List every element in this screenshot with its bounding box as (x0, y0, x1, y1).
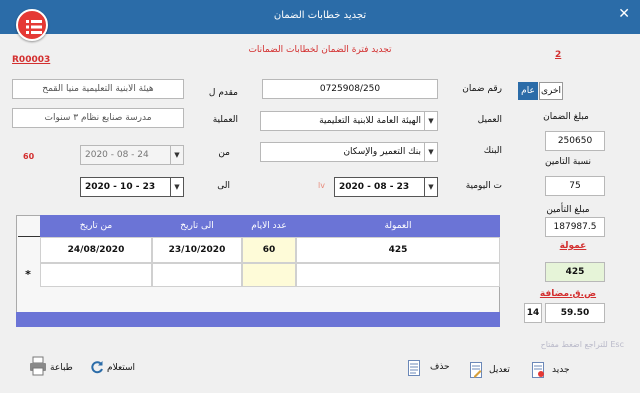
operation-field[interactable]: مدرسة صنايع نظام ٣ سنوات (12, 108, 184, 128)
row-selector-line (18, 236, 40, 237)
applicant-field[interactable]: هيئة الابنية التعليمية منيا القمح (12, 79, 184, 99)
table-row-new[interactable] (40, 263, 500, 287)
grid-footer (16, 312, 500, 327)
refresh-query-icon[interactable] (90, 360, 104, 374)
edit-button[interactable]: تعديل (489, 365, 510, 375)
to-date-picker[interactable]: 2020 - 10 - 23 ▼ (80, 177, 184, 197)
operation-label: العملية (212, 115, 238, 125)
from-date-picker[interactable]: 2020 - 08 - 24 ▼ (80, 145, 184, 165)
from-days-badge: 60 (23, 152, 35, 161)
to-label: الى (217, 181, 230, 191)
insurance-amount-field[interactable]: 187987.5 (545, 217, 605, 237)
bank-value: بنك التعمير والإسكان (343, 147, 421, 157)
guarantee-amount-field[interactable]: 250650 (545, 131, 605, 151)
client-value: الهيئة العامة للابنية التعليمية (319, 116, 421, 126)
daily-date-label: ت اليومية (465, 181, 502, 191)
grid-cell-empty[interactable] (242, 263, 296, 287)
grid-cell-empty[interactable] (40, 263, 152, 287)
guarantee-amount-label: مبلغ الضمان (543, 112, 589, 122)
client-select[interactable]: الهيئة العامة للابنية التعليمية ▼ (260, 111, 438, 131)
grid-cell-empty[interactable] (296, 263, 500, 287)
grid-col-commission: العمولة (384, 221, 412, 231)
title-bar: تجديد خطابات الضمان ✕ (0, 0, 640, 34)
table-row[interactable]: 24/08/2020 23/10/2020 60 425 (40, 237, 500, 263)
applicant-label: مقدم ل (208, 88, 238, 98)
window-title: تجديد خطابات الضمان (273, 10, 367, 21)
grid-col-to-date: الى تاريخ (180, 221, 214, 231)
from-date-value: 2020 - 08 - 24 (85, 150, 149, 160)
guarantee-number-field[interactable]: 0725908/250 (262, 79, 438, 99)
delete-button[interactable]: حذف (430, 362, 450, 372)
vat-rate-field[interactable]: 14 (524, 303, 542, 323)
close-icon[interactable]: ✕ (618, 6, 630, 22)
commission-label: عمولة (559, 241, 587, 251)
new-row-marker: * (25, 268, 31, 281)
guarantee-number-label: رقم ضمان (462, 84, 502, 94)
daily-date-picker[interactable]: 2020 - 08 - 23 ▼ (334, 177, 438, 197)
grid-cell-empty[interactable] (152, 263, 242, 287)
from-label: من (218, 148, 230, 158)
client-label: العميل (477, 115, 502, 125)
chevron-down-icon[interactable]: ▼ (170, 146, 183, 164)
form-header-title: تجديد فترة الضمان لخطابات الضمانات (248, 45, 392, 55)
print-button[interactable]: طباعة (50, 363, 73, 373)
chevron-down-icon[interactable]: ▼ (170, 178, 183, 196)
new-doc-icon[interactable] (532, 362, 544, 378)
chevron-down-icon[interactable]: ▼ (424, 178, 437, 196)
new-button[interactable]: جديد (552, 365, 570, 375)
chevron-down-icon[interactable]: ▼ (424, 112, 437, 130)
grid-cell-to-date[interactable]: 23/10/2020 (152, 237, 242, 263)
bank-select[interactable]: بنك التعمير والإسكان ▼ (260, 142, 438, 162)
grid-cell-commission[interactable]: 425 (296, 237, 500, 263)
grid-cell-from-date[interactable]: 24/08/2020 (40, 237, 152, 263)
daily-date-value: 2020 - 08 - 23 (339, 182, 410, 192)
query-button[interactable]: استعلام (107, 363, 135, 373)
esc-hint: للتراجع اضغط مفتاح Esc (540, 340, 624, 349)
insurance-amount-label: مبلغ التأمين (546, 205, 590, 215)
to-date-value: 2020 - 10 - 23 (85, 182, 156, 192)
record-code: R00003 (12, 55, 51, 65)
edit-doc-icon[interactable] (470, 362, 482, 378)
grid-col-days: عدد الايام (251, 221, 287, 231)
grid-header: العمولة عدد الايام الى تاريخ من تاريخ (40, 215, 500, 237)
delete-doc-icon[interactable] (408, 360, 420, 376)
grid-col-from-date: من تاريخ (79, 221, 113, 231)
commission-field[interactable]: 425 (545, 262, 605, 282)
insurance-percent-label: نسبة التامين (544, 157, 592, 167)
printer-icon[interactable] (29, 356, 47, 376)
tab-other[interactable]: اخرى (539, 82, 563, 100)
tab-general[interactable]: عام (518, 82, 538, 100)
app-list-icon (16, 9, 48, 41)
daily-date-marker: lv (318, 181, 325, 190)
vat-value-field[interactable]: 59.50 (545, 303, 605, 323)
record-number: 2 (555, 50, 562, 60)
vat-label: ض.ق.مضافة (539, 289, 597, 299)
insurance-percent-field[interactable]: 75 (545, 176, 605, 196)
bank-label: البنك (483, 146, 502, 156)
chevron-down-icon[interactable]: ▼ (424, 143, 437, 161)
grid-cell-days[interactable]: 60 (242, 237, 296, 263)
